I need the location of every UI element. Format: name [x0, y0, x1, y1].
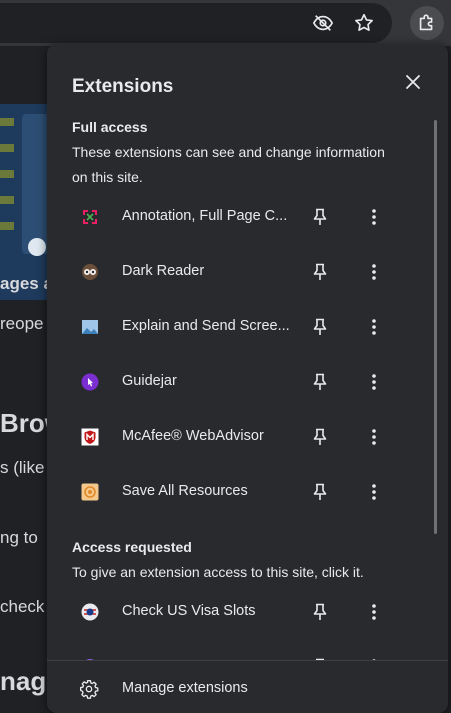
- more-options-icon[interactable]: [363, 601, 385, 623]
- more-options-icon[interactable]: [363, 481, 385, 503]
- pin-icon[interactable]: [309, 481, 331, 503]
- extension-row-dark-reader[interactable]: Dark Reader: [47, 250, 427, 294]
- extension-row-annotation[interactable]: Annotation, Full Page C...: [47, 195, 427, 239]
- bg-text-line: ages a: [0, 274, 53, 293]
- extensions-button[interactable]: [410, 6, 444, 40]
- extension-name: Annotation, Full Page C...: [122, 208, 288, 224]
- page-thumbnail-image: [0, 104, 52, 300]
- bg-text-line: reope: [0, 314, 44, 333]
- annotation-icon: [80, 207, 100, 227]
- pin-icon[interactable]: [309, 316, 331, 338]
- popup-title: Extensions: [72, 76, 174, 97]
- access-requested-heading: Access requested: [72, 539, 192, 555]
- screenshot-icon: [80, 317, 100, 337]
- browser-toolbar: [0, 0, 451, 46]
- extension-name: Check US Visa Slots: [122, 603, 256, 619]
- save-resources-icon: [80, 482, 100, 502]
- extension-name: Explain and Send Scree...: [122, 318, 290, 334]
- bg-text-line: check: [0, 597, 45, 616]
- extension-row-mcafee[interactable]: McAfee® WebAdvisor: [47, 415, 427, 459]
- guidejar-icon: [80, 372, 100, 392]
- manage-extensions-button[interactable]: Manage extensions: [47, 660, 448, 713]
- close-icon: [405, 74, 421, 95]
- extension-row-save-all-resources[interactable]: Save All Resources: [47, 470, 427, 514]
- extension-row-visa-slots[interactable]: Check US Visa Slots: [47, 590, 427, 634]
- puzzle-icon: [416, 12, 438, 34]
- pin-icon[interactable]: [309, 601, 331, 623]
- more-options-icon[interactable]: [363, 261, 385, 283]
- more-options-icon[interactable]: [363, 316, 385, 338]
- close-button[interactable]: [399, 70, 427, 98]
- bg-text-line: s (like: [0, 458, 45, 477]
- eye-off-icon[interactable]: [306, 6, 340, 40]
- extension-name: Guidejar: [122, 373, 177, 389]
- extension-name: Dark Reader: [122, 263, 205, 279]
- more-options-icon[interactable]: [363, 206, 385, 228]
- extension-row-guidejar[interactable]: Guidejar: [47, 360, 427, 404]
- access-requested-description: To give an extension access to this site…: [72, 564, 364, 580]
- pin-icon[interactable]: [309, 206, 331, 228]
- extension-name: McAfee® WebAdvisor: [122, 428, 264, 444]
- more-options-icon[interactable]: [363, 426, 385, 448]
- pin-icon[interactable]: [309, 426, 331, 448]
- extension-row-explain-send[interactable]: Explain and Send Scree...: [47, 305, 427, 349]
- popup-scrollbar[interactable]: [434, 120, 437, 534]
- manage-extensions-label: Manage extensions: [122, 680, 248, 696]
- extension-name: Save All Resources: [122, 483, 248, 499]
- more-options-icon[interactable]: [363, 371, 385, 393]
- visa-slots-icon: [80, 602, 100, 622]
- dark-reader-icon: [80, 262, 100, 282]
- bg-text-line: ng to: [0, 528, 38, 547]
- bookmark-star-icon[interactable]: [347, 6, 381, 40]
- gear-icon: [78, 678, 100, 700]
- extensions-popup: Extensions Full access These extensions …: [47, 44, 448, 713]
- pin-icon[interactable]: [309, 371, 331, 393]
- pin-icon[interactable]: [309, 261, 331, 283]
- full-access-description: These extensions can see and change info…: [72, 144, 385, 185]
- mcafee-icon: [80, 427, 100, 447]
- full-access-heading: Full access: [72, 119, 148, 135]
